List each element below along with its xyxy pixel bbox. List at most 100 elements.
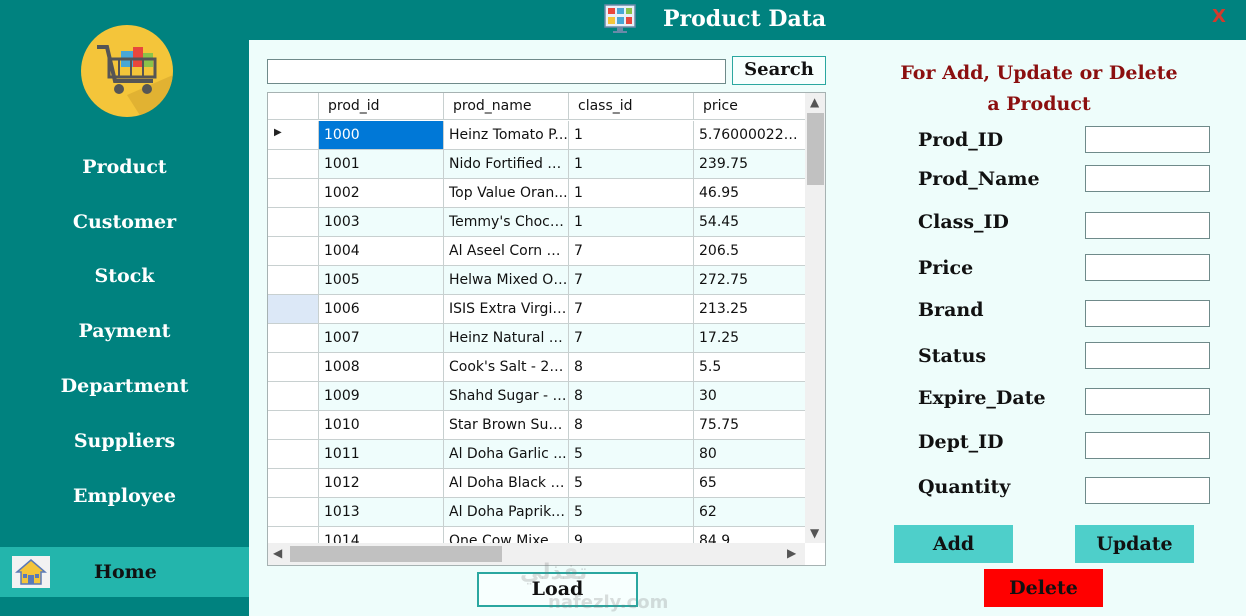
update-button[interactable]: Update	[1075, 525, 1194, 563]
row-header[interactable]	[268, 295, 319, 323]
column-header-price[interactable]: price	[694, 93, 805, 120]
row-header[interactable]	[268, 150, 319, 178]
table-cell[interactable]: 1002	[319, 179, 444, 207]
quantity-field[interactable]	[1085, 477, 1210, 504]
table-row[interactable]: 1013 Al Doha Paprika... 5 62	[268, 498, 805, 527]
row-header[interactable]	[268, 353, 319, 381]
table-cell[interactable]: Heinz Tomato P...	[444, 121, 569, 149]
table-cell[interactable]: 17.25	[694, 324, 805, 352]
table-cell[interactable]: Helwa Mixed Oi...	[444, 266, 569, 294]
table-cell[interactable]: Al Doha Garlic ...	[444, 440, 569, 468]
table-cell[interactable]: Top Value Oran...	[444, 179, 569, 207]
table-cell[interactable]: 1013	[319, 498, 444, 526]
prod-id-field[interactable]	[1085, 126, 1210, 153]
table-cell[interactable]: 65	[694, 469, 805, 497]
table-cell[interactable]: ISIS Extra Virgin...	[444, 295, 569, 323]
nav-payment[interactable]: Payment	[0, 320, 249, 342]
scroll-left-icon[interactable]: ◀	[273, 546, 282, 560]
table-row[interactable]: 1012 Al Doha Black P... 5 65	[268, 469, 805, 498]
table-cell[interactable]: 1001	[319, 150, 444, 178]
table-row[interactable]: ▶ 1000Heinz Tomato P...15.76000022888...	[268, 121, 805, 150]
table-cell[interactable]: 1004	[319, 237, 444, 265]
row-header[interactable]	[268, 208, 319, 236]
class-id-field[interactable]	[1085, 212, 1210, 239]
table-row[interactable]: 1002 Top Value Oran... 1 46.95	[268, 179, 805, 208]
add-button[interactable]: Add	[894, 525, 1013, 563]
table-cell[interactable]: 206.5	[694, 237, 805, 265]
table-cell[interactable]: 75.75	[694, 411, 805, 439]
product-grid[interactable]: prod_id prod_name class_id price ▶ 1000 He…	[267, 92, 826, 566]
table-cell[interactable]: 1003	[319, 208, 444, 236]
table-row[interactable]: 1007 Heinz Natural V... 7 17.25	[268, 324, 805, 353]
table-row[interactable]: 1006 ISIS Extra Virgin... 7 213.25	[268, 295, 805, 324]
price-field[interactable]	[1085, 254, 1210, 281]
home-button[interactable]: Home	[0, 547, 249, 597]
row-header[interactable]	[268, 266, 319, 294]
row-header[interactable]	[268, 440, 319, 468]
row-header[interactable]	[268, 179, 319, 207]
table-cell[interactable]: 80	[694, 440, 805, 468]
table-cell[interactable]: 1009	[319, 382, 444, 410]
table-row[interactable]: 1009 Shahd Sugar - 1K 8 30	[268, 382, 805, 411]
table-cell[interactable]: 5.5	[694, 353, 805, 381]
table-cell[interactable]: 239.75	[694, 150, 805, 178]
table-cell[interactable]: Al Doha Black P...	[444, 469, 569, 497]
column-header-class-id[interactable]: class_id	[569, 93, 694, 120]
delete-button[interactable]: Delete	[984, 569, 1103, 607]
table-cell[interactable]: 1	[569, 208, 694, 236]
table-row[interactable]: 1005 Helwa Mixed Oi... 7 272.75	[268, 266, 805, 295]
table-cell[interactable]: 5	[569, 498, 694, 526]
table-cell[interactable]: 5	[569, 440, 694, 468]
table-cell[interactable]: 213.25	[694, 295, 805, 323]
table-row[interactable]: 1008 Cook's Salt - 20... 8 5.5	[268, 353, 805, 382]
row-header[interactable]	[268, 411, 319, 439]
table-cell[interactable]: 8	[569, 411, 694, 439]
table-cell[interactable]: Heinz Natural V...	[444, 324, 569, 352]
table-cell[interactable]: 1000	[319, 121, 444, 149]
table-cell[interactable]: 5.76000022888...	[694, 121, 805, 149]
table-cell[interactable]: 1011	[319, 440, 444, 468]
brand-field[interactable]	[1085, 300, 1210, 327]
table-row[interactable]: 1003 Temmy's Choco... 1 54.45	[268, 208, 805, 237]
table-cell[interactable]: 30	[694, 382, 805, 410]
vertical-scroll-thumb[interactable]	[807, 113, 824, 185]
table-cell[interactable]: 1	[569, 179, 694, 207]
table-cell[interactable]: Star Brown Sug...	[444, 411, 569, 439]
column-header-prod-id[interactable]: prod_id	[319, 93, 444, 120]
table-row[interactable]: 1001 Nido Fortified R... 1 239.75	[268, 150, 805, 179]
table-row[interactable]: 1011 Al Doha Garlic ... 5 80	[268, 440, 805, 469]
table-cell[interactable]: 1006	[319, 295, 444, 323]
table-cell[interactable]: 1010	[319, 411, 444, 439]
table-cell[interactable]: 1012	[319, 469, 444, 497]
row-header[interactable]	[268, 324, 319, 352]
table-row[interactable]: 1004 Al Aseel Corn O... 7 206.5	[268, 237, 805, 266]
row-header[interactable]: ▶	[268, 121, 319, 149]
table-cell[interactable]: 272.75	[694, 266, 805, 294]
table-cell[interactable]: 1008	[319, 353, 444, 381]
prod-name-field[interactable]	[1085, 165, 1210, 192]
table-cell[interactable]: 1	[569, 121, 694, 149]
nav-stock[interactable]: Stock	[0, 265, 249, 287]
table-cell[interactable]: Cook's Salt - 20...	[444, 353, 569, 381]
table-cell[interactable]: 1005	[319, 266, 444, 294]
table-cell[interactable]: 62	[694, 498, 805, 526]
table-cell[interactable]: 46.95	[694, 179, 805, 207]
table-cell[interactable]: 5	[569, 469, 694, 497]
table-cell[interactable]: 7	[569, 295, 694, 323]
row-header[interactable]	[268, 498, 319, 526]
table-cell[interactable]: Al Aseel Corn O...	[444, 237, 569, 265]
nav-product[interactable]: Product	[0, 156, 249, 178]
table-cell[interactable]: 7	[569, 237, 694, 265]
search-button[interactable]: Search	[732, 56, 826, 85]
table-cell[interactable]: Shahd Sugar - 1K	[444, 382, 569, 410]
table-cell[interactable]: 8	[569, 382, 694, 410]
table-cell[interactable]: 1007	[319, 324, 444, 352]
scroll-right-icon[interactable]: ▶	[787, 546, 796, 560]
nav-customer[interactable]: Customer	[0, 211, 249, 233]
row-header[interactable]	[268, 382, 319, 410]
row-header[interactable]	[268, 469, 319, 497]
table-cell[interactable]: Temmy's Choco...	[444, 208, 569, 236]
table-cell[interactable]: 54.45	[694, 208, 805, 236]
expire-date-field[interactable]	[1085, 388, 1210, 415]
table-cell[interactable]: Al Doha Paprika...	[444, 498, 569, 526]
